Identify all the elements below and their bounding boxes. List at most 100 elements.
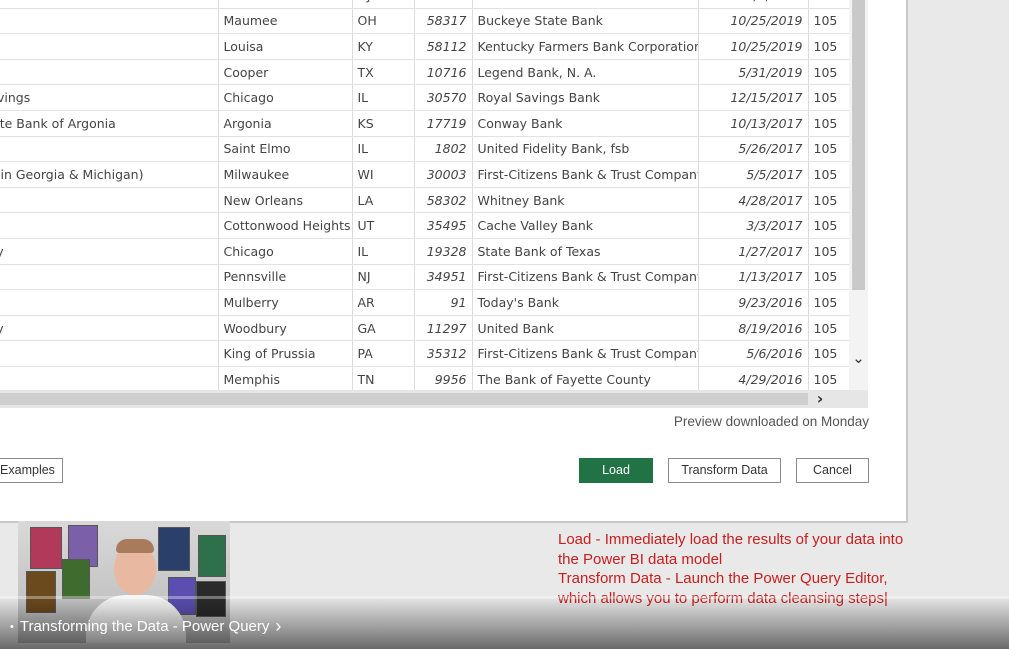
cert-cell: 30003 <box>414 161 473 188</box>
state-cell: TX <box>352 59 415 86</box>
closing-date-cell: 10/13/2017 <box>698 110 809 137</box>
closing-date-cell: 10/25/2019 <box>698 8 809 35</box>
acquiring-institution-cell: Conway Bank <box>472 110 699 137</box>
acquiring-institution-cell: First-Citizens Bank & Trust Company <box>472 264 699 291</box>
table-row: Mulberry AR 91 Today's Bank 9/23/2016 105 <box>0 289 868 316</box>
acquiring-institution-cell: State Bank of Texas <box>472 238 699 265</box>
table-row: NewarkNJIndustrial Bank5/1/2020105 <box>0 0 868 9</box>
state-cell: LA <box>352 187 415 214</box>
acquiring-institution-cell: Legend Bank, N. A. <box>472 59 699 86</box>
city-cell: Argonia <box>218 110 353 137</box>
state-cell: NJ <box>352 264 415 291</box>
city-cell: Woodbury <box>218 315 353 342</box>
closing-date-cell: 5/6/2016 <box>698 340 809 367</box>
acquiring-institution-cell: First-Citizens Bank & Trust Company <box>472 161 699 188</box>
closing-date-cell: 1/27/2017 <box>698 238 809 265</box>
video-progress-bar[interactable] <box>0 596 1009 599</box>
acquiring-institution-cell: First-Citizens Bank & Trust Company <box>472 340 699 367</box>
city-cell: Pennsville <box>218 264 353 291</box>
cert-cell: 30570 <box>414 84 473 111</box>
chevron-right-icon: › <box>275 616 282 636</box>
bank-name-cell: ...nk <box>0 340 219 367</box>
closing-date-cell: 5/31/2019 <box>698 59 809 86</box>
state-cell: OH <box>352 8 415 35</box>
acquiring-institution-cell: Cache Valley Bank <box>472 212 699 239</box>
vertical-scrollbar[interactable]: ⌄ <box>849 0 868 390</box>
city-cell: Cooper <box>218 59 353 86</box>
bank-name-cell <box>0 187 219 214</box>
table-row: ...erchants State Bank of ArgoniaArgonia… <box>0 110 868 137</box>
acquiring-institution-cell: Buckeye State Bank <box>472 8 699 35</box>
city-cell: Cottonwood Heights <box>218 212 353 239</box>
state-cell: NJ <box>352 0 415 9</box>
bank-name-cell: ...ing Company <box>0 315 219 342</box>
acquiring-institution-cell: Today's Bank <box>472 289 699 316</box>
city-cell: Maumee <box>218 8 353 35</box>
bank-name-cell <box>0 212 219 239</box>
bank-name-cell <box>0 8 219 35</box>
state-cell: TN <box>352 366 415 390</box>
acquiring-institution-cell: Industrial Bank <box>472 0 699 9</box>
caption-line: Load - Immediately load the results of y… <box>558 531 904 548</box>
data-preview-grid: NewarkNJIndustrial Bank5/1/2020105Maumee… <box>0 0 868 390</box>
cert-cell: 58302 <box>414 187 473 214</box>
table-row: New Orleans LA 58302 Whitney Bank 4/28/2017 1… <box>0 187 868 214</box>
table-row: ...(a BestBank in Georgia & Michigan)Mil… <box>0 161 868 188</box>
bank-name-cell: ... Bank for Savings <box>0 84 219 111</box>
state-cell: AR <box>352 289 415 316</box>
state-cell: IL <box>352 136 415 163</box>
examples-button[interactable]: Examples <box>0 458 63 483</box>
cert-cell: 11297 <box>414 315 473 342</box>
city-cell: Louisa <box>218 33 353 60</box>
city-cell: King of Prussia <box>218 340 353 367</box>
state-cell: IL <box>352 84 415 111</box>
table-row: Cottonwood Heights UT 35495 Cache Valley Ba… <box>0 212 868 239</box>
city-cell: Chicago <box>218 238 353 265</box>
table-row: ...MemphisTN9956The Bank of Fayette Coun… <box>0 366 868 390</box>
state-cell: IL <box>352 238 415 265</box>
chevron-down-icon[interactable]: ⌄ <box>849 348 868 368</box>
state-cell: PA <box>352 340 415 367</box>
city-cell: Mulberry <box>218 289 353 316</box>
closing-date-cell: 4/28/2017 <box>698 187 809 214</box>
bank-name-cell: ...ust Company <box>0 238 219 265</box>
cert-cell: 35495 <box>414 212 473 239</box>
load-button[interactable]: Load <box>579 458 653 483</box>
acquiring-institution-cell: Royal Savings Bank <box>472 84 699 111</box>
state-cell: WI <box>352 161 415 188</box>
closing-date-cell: 5/5/2017 <box>698 161 809 188</box>
horizontal-scrollbar[interactable]: › <box>0 390 868 408</box>
closing-date-cell: 5/26/2017 <box>698 136 809 163</box>
closing-date-cell: 3/3/2017 <box>698 212 809 239</box>
bank-name-cell <box>0 0 219 9</box>
table-row: ...ust CompanyChicagoIL19328State Bank o… <box>0 238 868 265</box>
acquiring-institution-cell: United Fidelity Bank, fsb <box>472 136 699 163</box>
state-cell: GA <box>352 315 415 342</box>
bank-name-cell: ... <box>0 366 219 390</box>
horizontal-scroll-thumb[interactable] <box>0 393 808 405</box>
navigator-dialog: NewarkNJIndustrial Bank5/1/2020105Maumee… <box>0 0 908 523</box>
transform-data-button[interactable]: Transform Data <box>668 458 781 483</box>
vertical-scroll-thumb[interactable] <box>852 0 865 290</box>
table-row: ... BankPennsvilleNJ34951First-Citizens … <box>0 264 868 291</box>
acquiring-institution-cell: United Bank <box>472 315 699 342</box>
cert-cell: 58112 <box>414 33 473 60</box>
closing-date-cell: 8/19/2016 <box>698 315 809 342</box>
city-cell: New Orleans <box>218 187 353 214</box>
table-row: ...Saint ElmoIL1802United Fidelity Bank,… <box>0 136 868 163</box>
city-cell: Chicago <box>218 84 353 111</box>
chevron-right-icon[interactable]: › <box>810 390 830 408</box>
table-row: ...ankLouisaKY58112Kentucky Farmers Bank… <box>0 33 868 60</box>
city-cell: Memphis <box>218 366 353 390</box>
state-cell: KY <box>352 33 415 60</box>
city-cell: Milwaukee <box>218 161 353 188</box>
table-row: ...nkKing of PrussiaPA35312First-Citizen… <box>0 340 868 367</box>
poster-image <box>198 535 226 577</box>
table-row: ...kCooperTX10716Legend Bank, N. A.5/31/… <box>0 59 868 86</box>
state-cell: UT <box>352 212 415 239</box>
cancel-button[interactable]: Cancel <box>796 458 869 483</box>
cert-cell: 9956 <box>414 366 473 390</box>
cert-cell: 10716 <box>414 59 473 86</box>
closing-date-cell: 5/1/2020 <box>698 0 809 9</box>
chapter-title-link[interactable]: • Transforming the Data - Power Query › <box>10 616 282 636</box>
